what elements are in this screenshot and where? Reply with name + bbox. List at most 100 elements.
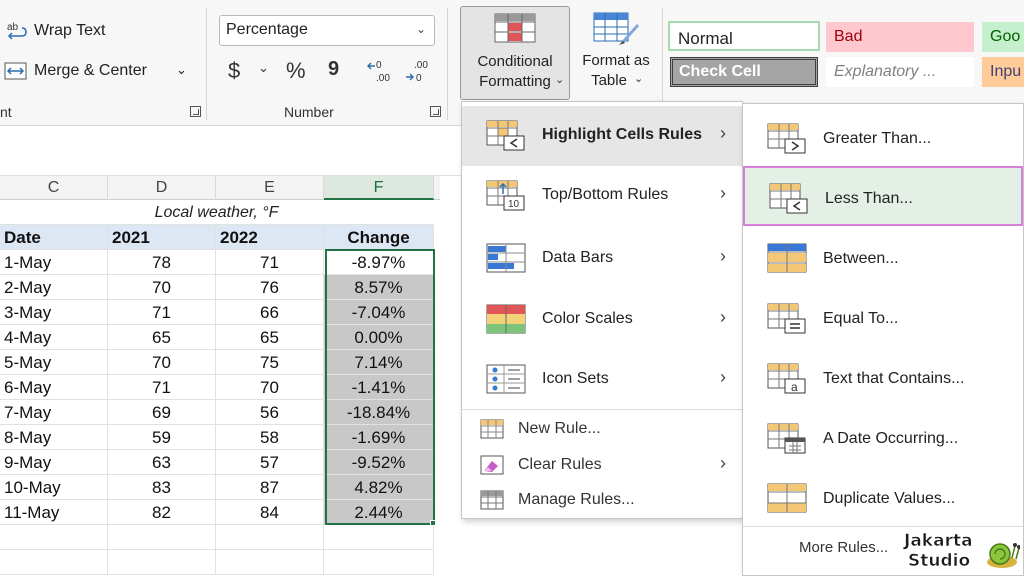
conditional-formatting-button[interactable]: Conditional Formatting ⌄ <box>460 6 570 100</box>
table-header-cell[interactable]: 2021 <box>108 225 216 250</box>
decrease-decimal-icon[interactable]: .00 0 <box>404 58 432 84</box>
menu-item-highlight-cells-rules[interactable]: Highlight Cells Rules › <box>462 106 742 166</box>
table-cell[interactable]: 5-May <box>0 350 108 375</box>
table-cell[interactable]: 71 <box>216 250 324 275</box>
table-cell[interactable]: 76 <box>216 275 324 300</box>
column-header-e[interactable]: E <box>216 176 324 200</box>
empty-cell[interactable] <box>0 525 108 550</box>
menu-item-data-bars[interactable]: Data Bars › <box>462 229 742 289</box>
table-header-cell[interactable]: Date <box>0 225 108 250</box>
submenu-item-date-occurring[interactable]: A Date Occurring... <box>743 408 1023 468</box>
style-normal[interactable]: Normal <box>668 21 820 51</box>
number-dialog-launcher-icon[interactable] <box>430 106 441 117</box>
change-cell[interactable]: -18.84% <box>324 400 434 425</box>
submenu-item-label: Text that Contains... <box>823 370 965 387</box>
submenu-item-between[interactable]: Between... <box>743 228 1023 288</box>
table-cell[interactable]: 84 <box>216 500 324 525</box>
empty-cell[interactable] <box>324 550 434 575</box>
empty-cell[interactable] <box>108 525 216 550</box>
style-check-cell[interactable]: Check Cell <box>670 57 818 87</box>
change-cell[interactable]: -1.69% <box>324 425 434 450</box>
change-cell[interactable]: -9.52% <box>324 450 434 475</box>
format-as-table-button[interactable]: Format as Table ⌄ <box>574 6 658 100</box>
table-cell[interactable]: 65 <box>108 325 216 350</box>
change-cell[interactable]: 4.82% <box>324 475 434 500</box>
table-cell[interactable]: 70 <box>216 375 324 400</box>
style-good[interactable]: Goo <box>982 22 1024 52</box>
empty-cell[interactable] <box>216 550 324 575</box>
table-cell[interactable]: 70 <box>108 350 216 375</box>
change-cell[interactable]: -1.41% <box>324 375 434 400</box>
empty-cell[interactable] <box>216 525 324 550</box>
column-header-d[interactable]: D <box>108 176 216 200</box>
empty-cell[interactable] <box>0 550 108 575</box>
menu-item-top-bottom-rules[interactable]: 10 Top/Bottom Rules › <box>462 166 742 226</box>
menu-item-clear-rules[interactable]: Clear Rules › <box>462 447 742 481</box>
comma-style-button[interactable]: 9 <box>328 58 339 81</box>
table-header-cell[interactable]: 2022 <box>216 225 324 250</box>
table-cell[interactable]: 10-May <box>0 475 108 500</box>
table-cell[interactable]: 87 <box>216 475 324 500</box>
currency-format-button[interactable]: $ <box>228 58 240 84</box>
change-cell[interactable]: -8.97% <box>324 250 434 275</box>
table-cell[interactable]: 1-May <box>0 250 108 275</box>
alignment-dialog-launcher-icon[interactable] <box>190 106 201 117</box>
change-cell[interactable]: 2.44% <box>324 500 434 525</box>
chevron-down-icon[interactable]: ⌄ <box>176 62 187 78</box>
menu-item-icon-sets[interactable]: Icon Sets › <box>462 350 742 410</box>
submenu-item-greater-than[interactable]: Greater Than... <box>743 108 1023 168</box>
change-cell[interactable]: 7.14% <box>324 350 434 375</box>
column-header-c[interactable]: C <box>0 176 108 200</box>
table-cell[interactable]: 11-May <box>0 500 108 525</box>
number-format-dropdown[interactable]: Percentage ⌄ <box>219 15 435 46</box>
increase-decimal-icon[interactable]: 0 .00 <box>366 58 394 84</box>
table-cell[interactable]: 7-May <box>0 400 108 425</box>
change-cell[interactable]: -7.04% <box>324 300 434 325</box>
table-cell[interactable]: 69 <box>108 400 216 425</box>
table-cell[interactable]: 65 <box>216 325 324 350</box>
table-cell[interactable]: 58 <box>216 425 324 450</box>
table-cell[interactable]: 82 <box>108 500 216 525</box>
submenu-item-text-contains[interactable]: a Text that Contains... <box>743 348 1023 408</box>
merge-center-button[interactable]: Merge & Center ⌄ <box>4 60 194 84</box>
table-cell[interactable]: 57 <box>216 450 324 475</box>
table-cell[interactable]: 2-May <box>0 275 108 300</box>
table-cell[interactable]: 3-May <box>0 300 108 325</box>
change-cell[interactable]: 8.57% <box>324 275 434 300</box>
change-cell[interactable]: 0.00% <box>324 325 434 350</box>
table-cell[interactable]: 4-May <box>0 325 108 350</box>
table-cell[interactable]: 75 <box>216 350 324 375</box>
fill-handle[interactable] <box>430 520 436 526</box>
style-input[interactable]: Inpu <box>982 57 1024 87</box>
table-cell[interactable]: 6-May <box>0 375 108 400</box>
style-explanatory[interactable]: Explanatory ... <box>826 57 974 87</box>
chevron-down-icon[interactable]: ⌄ <box>258 60 269 76</box>
table-cell[interactable]: 8-May <box>0 425 108 450</box>
percent-style-button[interactable]: % <box>286 58 306 84</box>
style-bad[interactable]: Bad <box>826 22 974 52</box>
worksheet-grid[interactable]: Local weather, °F Date 2021 2022 Change 1-Ma… <box>0 200 440 576</box>
table-cell[interactable]: 71 <box>108 375 216 400</box>
empty-cell[interactable] <box>108 550 216 575</box>
table-cell[interactable]: 78 <box>108 250 216 275</box>
table-cell[interactable]: 59 <box>108 425 216 450</box>
menu-item-manage-rules[interactable]: Manage Rules... <box>462 482 742 516</box>
empty-cell[interactable] <box>324 525 434 550</box>
table-cell[interactable]: 70 <box>108 275 216 300</box>
submenu-item-equal-to[interactable]: Equal To... <box>743 288 1023 348</box>
table-cell[interactable]: 56 <box>216 400 324 425</box>
column-header-f[interactable]: F <box>324 176 434 200</box>
wrap-text-button[interactable]: ab Wrap Text <box>4 20 124 44</box>
table-title[interactable]: Local weather, °F <box>0 200 433 225</box>
submenu-item-less-than[interactable]: Less Than... <box>743 166 1023 226</box>
table-cell[interactable]: 63 <box>108 450 216 475</box>
table-header-cell[interactable]: Change <box>324 225 434 250</box>
table-cell[interactable]: 9-May <box>0 450 108 475</box>
submenu-item-more-rules[interactable]: More Rules... <box>799 539 888 556</box>
table-cell[interactable]: 83 <box>108 475 216 500</box>
menu-item-color-scales[interactable]: Color Scales › <box>462 290 742 350</box>
menu-item-new-rule[interactable]: New Rule... <box>462 411 742 445</box>
table-cell[interactable]: 66 <box>216 300 324 325</box>
table-cell[interactable]: 71 <box>108 300 216 325</box>
submenu-item-duplicate-values[interactable]: Duplicate Values... <box>743 468 1023 528</box>
